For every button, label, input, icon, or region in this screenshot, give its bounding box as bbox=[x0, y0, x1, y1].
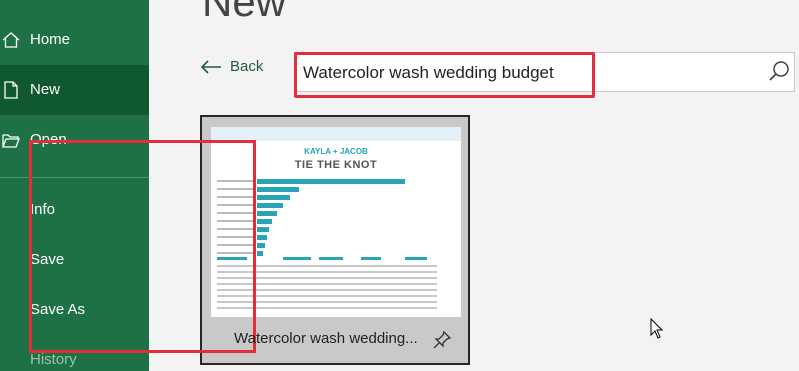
sidebar-item-label: Home bbox=[30, 31, 71, 48]
sidebar-item-save-as[interactable]: Save As bbox=[0, 285, 149, 335]
sidebar-item-history[interactable]: History bbox=[0, 335, 149, 371]
thumbnail-couple-names: KAYLA + JACOB bbox=[304, 147, 368, 156]
template-title: Watercolor wash wedding... bbox=[234, 330, 418, 347]
backstage-sidebar: Home New Open Info Save Save As History bbox=[0, 0, 149, 371]
sidebar-item-label: Open bbox=[30, 131, 67, 148]
thumbnail-headline: TIE THE KNOT bbox=[294, 159, 378, 171]
sidebar-item-label: History bbox=[30, 351, 77, 368]
sidebar-divider bbox=[0, 177, 149, 178]
sidebar-item-label: Save bbox=[30, 251, 65, 268]
mouse-cursor-icon bbox=[650, 318, 664, 339]
home-icon bbox=[2, 32, 20, 48]
template-thumbnail: KAYLA + JACOB TIE THE KNOT bbox=[211, 127, 461, 317]
template-card[interactable]: KAYLA + JACOB TIE THE KNOT bbox=[200, 115, 470, 365]
sidebar-item-label: Info bbox=[30, 201, 56, 218]
page-title: New bbox=[202, 0, 287, 25]
template-search-box bbox=[294, 52, 795, 92]
search-icon[interactable] bbox=[768, 60, 790, 82]
open-folder-icon bbox=[2, 134, 20, 148]
sidebar-item-save[interactable]: Save bbox=[0, 235, 149, 285]
sidebar-item-info[interactable]: Info bbox=[0, 185, 149, 235]
sidebar-item-label: Save As bbox=[30, 301, 86, 318]
pin-icon[interactable] bbox=[432, 330, 452, 350]
sidebar-item-home[interactable]: Home bbox=[0, 15, 149, 65]
back-button[interactable]: Back bbox=[200, 58, 263, 75]
watercolor-wash bbox=[211, 127, 461, 141]
sidebar-item-label: New bbox=[30, 81, 61, 98]
search-input[interactable] bbox=[303, 61, 743, 85]
new-document-icon bbox=[4, 81, 18, 99]
back-arrow-icon bbox=[200, 59, 221, 74]
back-label: Back bbox=[230, 58, 264, 75]
sidebar-item-new[interactable]: New bbox=[0, 65, 149, 115]
sidebar-item-open[interactable]: Open bbox=[0, 115, 149, 165]
thumbnail-bar-chart bbox=[217, 179, 457, 259]
